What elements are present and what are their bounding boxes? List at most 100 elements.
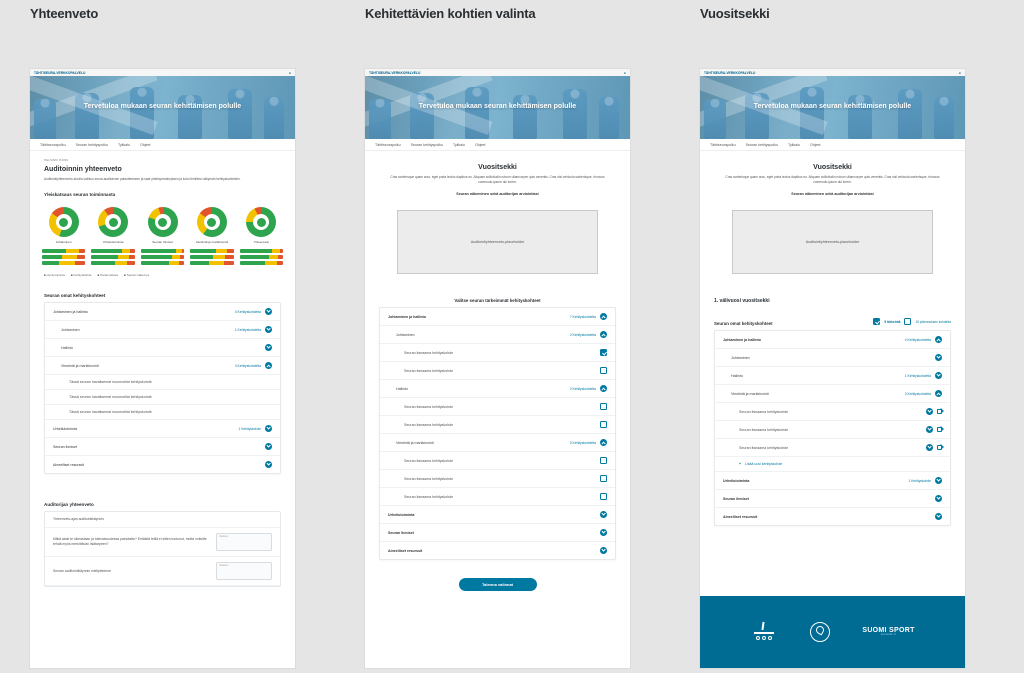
- card-row[interactable]: Viestintä ja markkinointi3 Kehityskohdet…: [45, 357, 280, 375]
- checkbox-row[interactable]: Seuran itseaama kehityskohde: [380, 488, 615, 506]
- own-header: Seuran omat kehityskohteet 5 tärkeintä 1…: [700, 308, 965, 330]
- checkbox-icon: [904, 318, 911, 325]
- view-toggle[interactable]: 5 tärkeintä 15 pidennuksen kohdetta: [873, 318, 951, 325]
- chevron-icon: [265, 326, 272, 333]
- own-title: Seuran omat kehityskohteet: [714, 321, 773, 326]
- chevron-icon: [265, 425, 272, 432]
- checkbox-icon[interactable]: [600, 403, 607, 410]
- section-header[interactable]: Seuran ihmiset: [380, 524, 615, 542]
- chevron-icon: [265, 308, 272, 315]
- section-header[interactable]: Johtaminen ja hallinto4 Kehityskohdetta: [715, 331, 950, 349]
- chevron-icon: [935, 513, 942, 520]
- save-button[interactable]: Talenna valinnat: [459, 578, 537, 591]
- mock-valinta: TÄHTISEURA-VERKKOPALVELU● Tervetuloa muk…: [365, 69, 630, 668]
- sub-row[interactable]: Viestintä ja markkinointi3 Kehityskohdet…: [715, 385, 950, 403]
- chevron-icon: [600, 511, 607, 518]
- main-nav: Tähtiseurapolku Seuran kehityspolku Tyli…: [30, 139, 295, 151]
- pencil-icon[interactable]: [937, 409, 942, 414]
- checkbox-row[interactable]: Seuran itseaama kehityskohde: [380, 452, 615, 470]
- column-title: Kehitettävien kohtien valinta: [365, 6, 630, 21]
- card-row[interactable]: Aineelliset resurssit: [45, 456, 280, 473]
- subsection-row[interactable]: Viestintä ja markkinointi3 Kehityskohdet…: [380, 434, 615, 452]
- checkbox-icon[interactable]: [600, 493, 607, 500]
- column-valinta: Kehitettävien kohtien valinta TÄHTISEURA…: [365, 0, 630, 668]
- nav-item[interactable]: Tähtiseurapolku: [710, 143, 736, 147]
- sub-row[interactable]: Johtaminen: [715, 349, 950, 367]
- card-row[interactable]: Tässä seuran havaitsemat muomotilat kehi…: [45, 375, 280, 390]
- checkbox-row[interactable]: Seuran itseaama kehityskohde: [380, 398, 615, 416]
- checkbox-row[interactable]: Seuran itseaama kehityskohde: [380, 344, 615, 362]
- section-header[interactable]: Johtaminen ja hallinto7 Kehityskohdetta: [380, 308, 615, 326]
- card-row[interactable]: Tässä seuran havaitsemat muomotilat kehi…: [45, 405, 280, 420]
- mock-vuositsekki: TÄHTISEURA-VERKKOPALVELU● Tervetuloa muk…: [700, 69, 965, 668]
- card-valinta: Johtaminen ja hallinto7 KehityskohdettaJ…: [379, 307, 616, 560]
- section-header[interactable]: Aineelliset resurssit: [380, 542, 615, 559]
- subsection-row[interactable]: Hallinto2 Kehityskohdetta: [380, 380, 615, 398]
- section-header[interactable]: Urheilutoiminta1 Kehityskohde: [715, 472, 950, 490]
- chevron-icon: [600, 547, 607, 554]
- edit-row[interactable]: Seuran itseaama kehityskohde: [715, 403, 950, 421]
- subtitle: Seuran näkeminen sekä auditorijan arvioi…: [365, 192, 630, 196]
- chevron-icon: [600, 439, 607, 446]
- page-intro: Cras scelerisque quam arcu, eget porta l…: [700, 175, 965, 185]
- chevron-icon: [926, 444, 933, 451]
- chevron-icon: [935, 390, 942, 397]
- suomisport-logo: SUOMI SPORT seuralle.fi: [862, 628, 914, 637]
- card-row[interactable]: Johtaminen ja hallinto4 Kehityskohdetta: [45, 303, 280, 321]
- nav-item[interactable]: Tähtiseurapolku: [375, 143, 401, 147]
- nav-item[interactable]: Seuran kehityspolku: [746, 143, 778, 147]
- card-row[interactable]: Tässä seuran havaitsemat muomotilat kehi…: [45, 390, 280, 405]
- checkbox-icon[interactable]: [600, 421, 607, 428]
- chevron-icon: [265, 362, 272, 369]
- checkbox-row[interactable]: Seuran itseaama kehityskohde: [380, 416, 615, 434]
- hero-banner: Tervetuloa mukaan seuran kehittämisen po…: [30, 76, 295, 139]
- overview-title: Yleiskatsaus seuran toiminnasta: [30, 182, 295, 201]
- section-header[interactable]: Urheilutoiminta: [380, 506, 615, 524]
- card-row[interactable]: Seuran ihmiset: [45, 438, 280, 456]
- section-header[interactable]: Seuran ihmiset: [715, 490, 950, 508]
- checkbox-row[interactable]: Seuran itseaama kehityskohde: [380, 470, 615, 488]
- page-title: Vuositsekki: [365, 163, 630, 175]
- chevron-icon: [935, 354, 942, 361]
- checkbox-row[interactable]: Seuran itseaama kehityskohde: [380, 362, 615, 380]
- nav-item[interactable]: Tylikalu: [118, 143, 130, 147]
- checkbox-icon[interactable]: [600, 475, 607, 482]
- card-row[interactable]: Urheilutoiminta1 Kehityskohde: [45, 420, 280, 438]
- column-vuositsekki: Vuositsekki TÄHTISEURA-VERKKOPALVELU● Te…: [700, 0, 965, 668]
- checkbox-icon[interactable]: [600, 457, 607, 464]
- auditor-title: Auditorijan yhteenveto: [30, 492, 295, 511]
- nav-item[interactable]: Seuran kehityspolku: [76, 143, 108, 147]
- answer-input[interactable]: Vastaus: [216, 533, 272, 551]
- edit-row[interactable]: Seuran itseaama kehityskohde: [715, 439, 950, 457]
- checkbox-icon[interactable]: [600, 367, 607, 374]
- nav-item[interactable]: Tylikalu: [453, 143, 465, 147]
- edit-row[interactable]: Seuran itseaama kehityskohde: [715, 421, 950, 439]
- chevron-icon: [935, 477, 942, 484]
- chevron-icon: [265, 443, 272, 450]
- checkbox-icon[interactable]: [600, 349, 607, 356]
- page-title: Auditoinnin yhteenveto: [30, 165, 295, 177]
- subsection-row[interactable]: Johtaminen2 Kehityskohdetta: [380, 326, 615, 344]
- section-header[interactable]: Aineelliset resurssit: [715, 508, 950, 525]
- olympic-logo-icon: [750, 618, 778, 646]
- nav-item[interactable]: Seuran kehityspolku: [411, 143, 443, 147]
- nav-item[interactable]: Ohjeet: [140, 143, 151, 147]
- summary-placeholder: Auditointiyhteenveto-placeholder: [732, 210, 933, 274]
- add-row[interactable]: Lisää uusi kehityskohde: [715, 457, 950, 472]
- nav-item[interactable]: Tähtiseurapolku: [40, 143, 66, 147]
- chevron-icon: [600, 313, 607, 320]
- user-icon: ●: [289, 71, 291, 75]
- nav-item[interactable]: Ohjeet: [475, 143, 486, 147]
- sub-row[interactable]: Hallinto1 Kehityskohdetta: [715, 367, 950, 385]
- year-label: 1. välivuosi vuositsekki: [700, 288, 965, 308]
- answer-input[interactable]: Vastaus: [216, 562, 272, 580]
- chevron-icon: [265, 344, 272, 351]
- nav-item[interactable]: Tylikalu: [788, 143, 800, 147]
- pencil-icon[interactable]: [937, 427, 942, 432]
- nav-item[interactable]: Ohjeet: [810, 143, 821, 147]
- card-row[interactable]: Hallinto: [45, 339, 280, 357]
- checkbox-icon: [873, 318, 880, 325]
- auditor-card: Yhteenveto-ajan auditointikäynnin Mitkä …: [44, 511, 281, 587]
- pencil-icon[interactable]: [937, 445, 942, 450]
- card-row[interactable]: Johtaminen1 Kehityskohdetta: [45, 321, 280, 339]
